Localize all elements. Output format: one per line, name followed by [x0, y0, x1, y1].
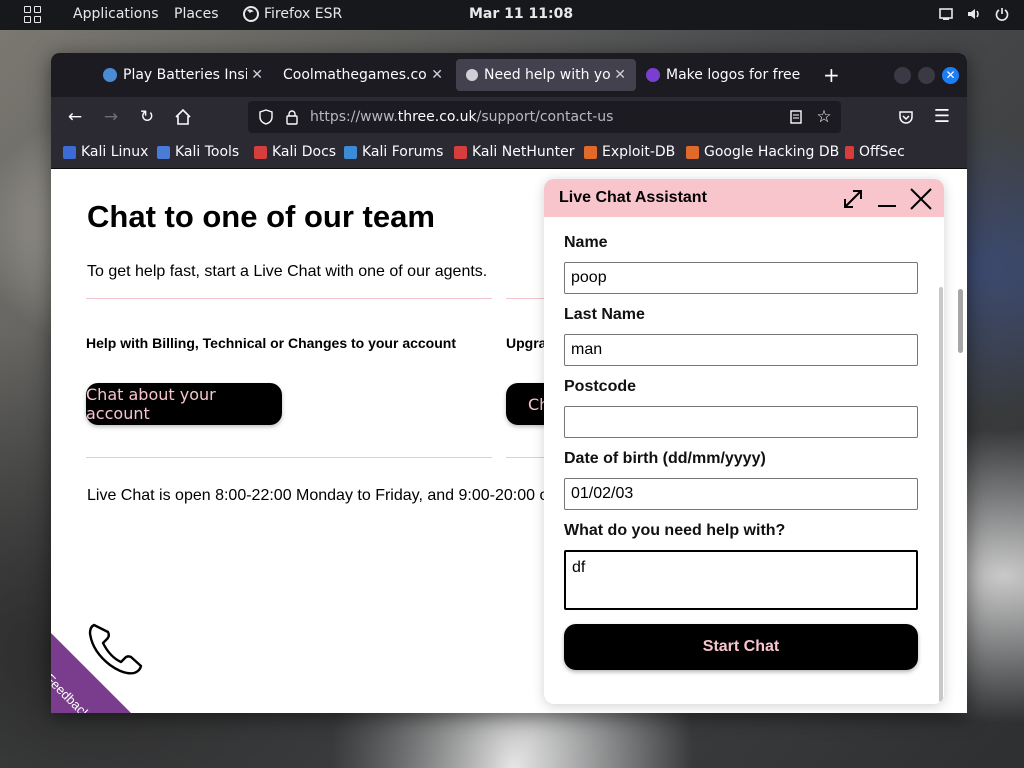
tab-title: Play Batteries Inside Game [123, 67, 248, 83]
menu-icon[interactable]: ☰ [932, 107, 952, 127]
chat-title: Live Chat Assistant [559, 189, 707, 206]
page-intro: To get help fast, start a Live Chat with… [87, 263, 488, 280]
close-tab-icon[interactable]: ✕ [614, 67, 626, 83]
minimize-icon[interactable] [875, 187, 899, 211]
forward-icon[interactable]: → [101, 107, 121, 127]
url-text: https://www.three.co.uk/support/contact-… [310, 109, 614, 125]
tab-batteries[interactable]: Play Batteries Inside Game ✕ [93, 59, 273, 91]
bookmark-google-hacking-db[interactable]: Google Hacking DB [686, 144, 839, 160]
lock-icon[interactable] [284, 109, 300, 125]
bookmark-kali-docs[interactable]: Kali Docs [254, 144, 336, 160]
reload-icon[interactable]: ↻ [137, 107, 157, 127]
kali-docs-icon [254, 145, 267, 159]
tab-title: Make logos for free [666, 67, 801, 83]
bookmark-offsec[interactable]: OffSec [845, 144, 905, 160]
places-menu[interactable]: Places [174, 6, 219, 22]
name-label: Name [564, 234, 608, 251]
bookmark-exploit-db[interactable]: Exploit-DB [584, 144, 675, 160]
page-scrollbar[interactable] [953, 169, 967, 713]
page-scrollbar-thumb[interactable] [958, 289, 963, 353]
kali-icon [63, 145, 76, 159]
name-input[interactable]: poop [564, 262, 918, 294]
last-name-input[interactable]: man [564, 334, 918, 366]
kali-forums-icon [344, 145, 357, 159]
upgrade-section-heading: Upgra [506, 335, 547, 351]
chat-form: Name poop Last Name man Postcode Date of… [544, 217, 944, 704]
apps-grid-icon[interactable] [24, 6, 42, 24]
last-name-label: Last Name [564, 306, 645, 323]
tab-bar: Play Batteries Inside Game ✕ Coolmathega… [51, 53, 967, 97]
postcode-label: Postcode [564, 378, 637, 395]
help-topic-label: What do you need help with? [564, 522, 786, 539]
tab-title: Coolmathegames.com [283, 67, 428, 83]
power-icon[interactable] [994, 6, 1010, 22]
firefox-icon [243, 6, 259, 22]
live-chat-widget: Live Chat Assistant Name poop Last Name … [544, 179, 944, 704]
bookmark-kali-nethunter[interactable]: Kali NetHunter [454, 144, 574, 160]
tab-logos[interactable]: Make logos for free [636, 59, 816, 91]
chat-about-account-button[interactable]: Chat about your account [86, 383, 282, 425]
bookmark-kali-tools[interactable]: Kali Tools [157, 144, 239, 160]
kali-tools-icon [157, 145, 170, 159]
tab-favicon-icon [103, 68, 117, 82]
postcode-input[interactable] [564, 406, 918, 438]
feedback-tab[interactable]: Feedback [51, 633, 131, 713]
tab-three-support[interactable]: Need help with your ✕ [456, 59, 636, 91]
minimize-window-icon[interactable] [894, 67, 911, 84]
bookmark-kali-linux[interactable]: Kali Linux [63, 144, 148, 160]
url-bar[interactable]: https://www.three.co.uk/support/contact-… [248, 101, 841, 133]
close-tab-icon[interactable]: ✕ [431, 67, 443, 83]
top-panel: Applications Places Firefox ESR Mar 11 1… [0, 0, 1024, 30]
help-section-heading: Help with Billing, Technical or Changes … [86, 335, 457, 351]
nethunter-icon [454, 145, 467, 159]
tab-coolmathgames[interactable]: Coolmathegames.com ✕ [273, 59, 453, 91]
active-app-menu[interactable]: Firefox ESR [243, 6, 342, 22]
web-page: Chat to one of our team To get help fast… [51, 169, 967, 713]
applications-menu[interactable]: Applications [73, 6, 159, 22]
close-tab-icon[interactable]: ✕ [251, 67, 263, 83]
start-chat-button[interactable]: Start Chat [564, 624, 918, 670]
pocket-icon[interactable] [896, 107, 916, 127]
system-tray [938, 6, 1010, 22]
bookmark-star-icon[interactable]: ☆ [816, 109, 832, 126]
back-icon[interactable]: ← [65, 107, 85, 127]
help-topic-textarea[interactable]: df [564, 550, 918, 610]
ghdb-icon [686, 145, 699, 159]
exploit-db-icon [584, 145, 597, 159]
chat-header: Live Chat Assistant [544, 179, 944, 217]
maximize-window-icon[interactable] [918, 67, 935, 84]
shield-icon[interactable] [258, 109, 274, 125]
home-icon[interactable] [173, 107, 193, 127]
nav-bar: ← → ↻ https://www.three.co.uk/support/co… [51, 97, 967, 137]
offsec-icon [845, 145, 854, 159]
expand-icon[interactable] [841, 187, 865, 211]
new-tab-icon[interactable]: + [823, 63, 840, 87]
volume-icon[interactable] [966, 6, 982, 22]
divider [86, 457, 492, 458]
reader-view-icon[interactable] [788, 109, 804, 125]
browser-window: Play Batteries Inside Game ✕ Coolmathega… [51, 53, 967, 713]
tab-title: Need help with your [484, 67, 611, 83]
chat-scrollbar[interactable] [939, 287, 943, 702]
tab-favicon-icon [646, 68, 660, 82]
divider [86, 298, 492, 299]
screen-icon[interactable] [938, 6, 954, 22]
bookmark-kali-forums[interactable]: Kali Forums [344, 144, 443, 160]
opening-hours-text: Live Chat is open 8:00-22:00 Monday to F… [87, 487, 549, 504]
close-window-icon[interactable]: ✕ [942, 67, 959, 84]
tab-favicon-icon [466, 69, 478, 81]
active-app-name: Firefox ESR [264, 6, 343, 22]
close-icon[interactable] [909, 187, 933, 211]
page-title: Chat to one of our team [87, 199, 435, 234]
dob-input[interactable]: 01/02/03 [564, 478, 918, 510]
bookmarks-bar: Kali Linux Kali Tools Kali Docs Kali For… [51, 137, 967, 169]
dob-label: Date of birth (dd/mm/yyyy) [564, 450, 766, 467]
clock[interactable]: Mar 11 11:08 [469, 6, 573, 22]
